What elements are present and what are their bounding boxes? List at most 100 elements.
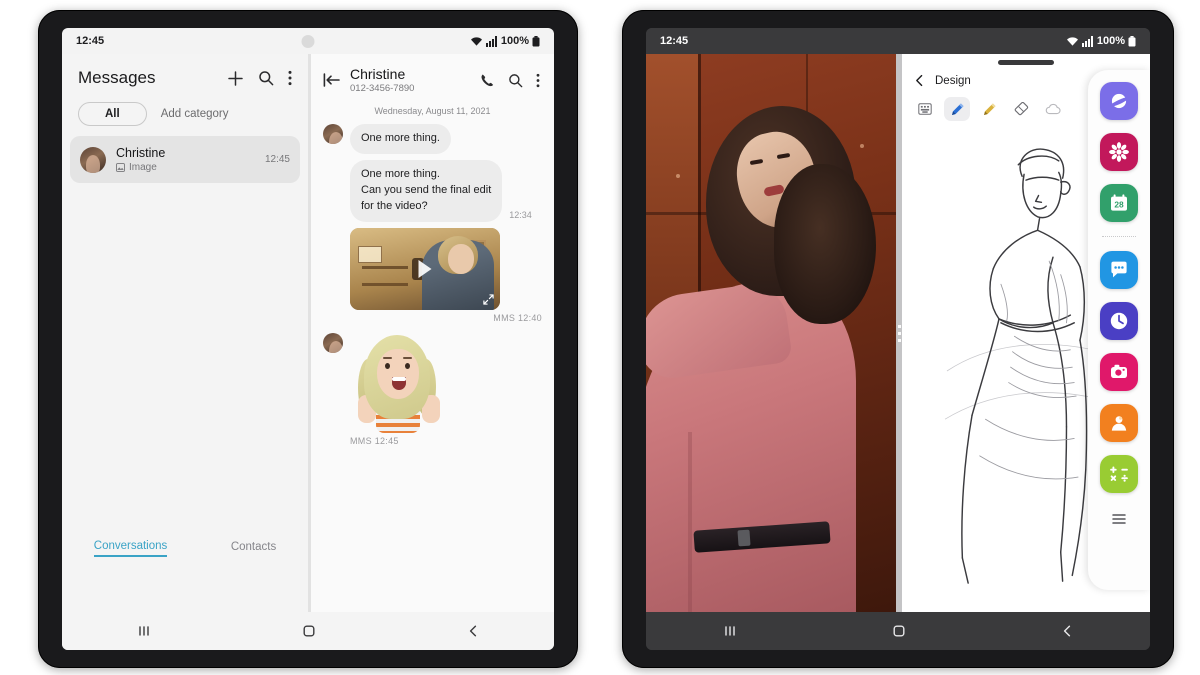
battery-icon xyxy=(1128,35,1136,46)
calendar-day-number: 28 xyxy=(1114,200,1124,210)
model-dress-fold xyxy=(688,432,692,612)
model-hair-curls xyxy=(774,164,876,324)
signal-icon xyxy=(485,35,497,47)
right-navigation-bar xyxy=(646,612,1150,650)
gallery-app-icon[interactable] xyxy=(1100,133,1138,171)
bottom-tab-bar: Conversations Contacts xyxy=(62,522,308,574)
message-bubble[interactable]: One more thing. xyxy=(350,124,451,155)
sticker-eye xyxy=(385,362,390,369)
sticker-teeth xyxy=(392,376,406,381)
image-icon xyxy=(116,163,125,172)
message-time: 12:34 xyxy=(509,209,532,220)
camera-app-icon[interactable] xyxy=(1100,353,1138,391)
home-button[interactable] xyxy=(892,624,906,638)
status-time: 12:45 xyxy=(76,35,105,47)
page-title: Messages xyxy=(78,68,156,87)
new-message-icon[interactable] xyxy=(227,70,244,87)
model-belt-buckle xyxy=(737,529,751,547)
sticker-brow xyxy=(403,356,412,359)
decor-shelf xyxy=(362,282,408,286)
design-title: Design xyxy=(935,74,971,87)
left-status-bar: 12:45 100% xyxy=(62,28,554,54)
conversation-list-pane: Messages All Add category Christine Imag… xyxy=(62,54,308,612)
video-subject-face xyxy=(448,243,474,274)
avatar xyxy=(323,332,343,353)
conversation-preview: Image xyxy=(129,162,157,173)
play-icon[interactable] xyxy=(418,259,432,278)
wifi-icon xyxy=(1066,36,1078,46)
edge-panel-divider xyxy=(1102,236,1136,237)
text-tool[interactable] xyxy=(912,97,938,121)
call-icon[interactable] xyxy=(480,73,495,88)
date-separator: Wednesday, August 11, 2021 xyxy=(374,106,491,117)
more-options-icon[interactable] xyxy=(536,73,540,88)
list-item[interactable]: Christine Image 12:45 xyxy=(70,136,300,183)
eraser-tool[interactable] xyxy=(1008,97,1034,121)
left-navigation-bar xyxy=(62,612,554,650)
message-row-video: MMS 12:40 xyxy=(311,227,554,329)
left-device-frame: 12:45 100% Messages All Add category Chr… xyxy=(38,10,578,668)
decor-shelf xyxy=(362,265,408,269)
chat-contact-name: Christine xyxy=(350,66,406,82)
messages-app-header: Messages xyxy=(62,54,308,96)
category-chip-row: All Add category xyxy=(62,96,308,136)
mms-label: MMS 12:45 xyxy=(350,435,399,446)
video-thumbnail[interactable] xyxy=(350,227,500,310)
recents-button[interactable] xyxy=(723,624,737,638)
chip-all[interactable]: All xyxy=(78,102,147,126)
calculator-app-icon[interactable] xyxy=(1100,455,1138,493)
edge-panel: 28 xyxy=(1088,70,1150,590)
contacts-app-icon[interactable] xyxy=(1100,404,1138,442)
right-device-frame: 12:45 100% Design 28 xyxy=(622,10,1174,668)
status-time: 12:45 xyxy=(660,35,689,47)
message-row-sticker: MMS 12:45 xyxy=(311,329,554,452)
video-message[interactable]: MMS 12:40 xyxy=(350,227,542,323)
wifi-icon xyxy=(470,36,482,46)
chat-header: Christine 012-3456-7890 xyxy=(311,54,554,100)
internet-app-icon[interactable] xyxy=(1100,82,1138,120)
conversation-name: Christine xyxy=(116,146,166,160)
sticker-eye xyxy=(405,362,410,369)
cloud-sync-tool[interactable] xyxy=(1040,97,1066,121)
tab-conversations[interactable]: Conversations xyxy=(93,540,168,557)
back-button[interactable] xyxy=(1061,624,1073,638)
message-row: One more thing. xyxy=(311,124,554,160)
tab-contacts[interactable]: Contacts xyxy=(231,541,276,556)
decor-rivet xyxy=(860,144,864,148)
highlighter-tool[interactable] xyxy=(976,97,1002,121)
pane-drag-grip[interactable] xyxy=(998,60,1054,65)
recents-button[interactable] xyxy=(137,624,151,638)
clock-app-icon[interactable] xyxy=(1100,302,1138,340)
edge-panel-menu-icon[interactable] xyxy=(1110,512,1128,526)
right-status-bar: 12:45 100% xyxy=(646,28,1150,54)
battery-percent: 100% xyxy=(1096,35,1125,47)
decor-frame xyxy=(358,245,382,263)
avatar xyxy=(80,146,106,173)
more-options-icon[interactable] xyxy=(288,70,292,86)
mms-label: MMS 12:40 xyxy=(493,312,542,323)
decor-rivet xyxy=(676,174,680,178)
back-to-list-icon[interactable] xyxy=(323,73,340,87)
home-button[interactable] xyxy=(302,624,316,638)
message-row: One more thing. Can you send the final e… xyxy=(311,160,554,228)
sticker-brow xyxy=(383,356,392,359)
conversation-time: 12:45 xyxy=(264,154,290,165)
battery-icon xyxy=(532,35,540,46)
messages-app-icon[interactable] xyxy=(1100,251,1138,289)
signal-icon xyxy=(1081,35,1093,47)
back-icon[interactable] xyxy=(914,74,925,87)
search-icon[interactable] xyxy=(508,73,523,88)
expand-icon[interactable] xyxy=(483,294,494,305)
calendar-app-icon[interactable]: 28 xyxy=(1100,184,1138,222)
back-button[interactable] xyxy=(467,624,479,638)
photo-viewer-pane[interactable] xyxy=(646,54,896,612)
pen-tool[interactable] xyxy=(944,97,970,121)
chip-add-category[interactable]: Add category xyxy=(161,108,229,120)
search-icon[interactable] xyxy=(258,70,274,86)
battery-percent: 100% xyxy=(500,35,529,47)
left-device-screen: 12:45 100% Messages All Add category Chr… xyxy=(62,28,554,650)
message-bubble[interactable]: One more thing. Can you send the final e… xyxy=(350,160,503,222)
chat-pane: Christine 012-3456-7890 Wednesday, Augus… xyxy=(311,54,554,612)
ar-emoji-sticker[interactable] xyxy=(350,333,446,433)
avatar xyxy=(323,124,343,145)
